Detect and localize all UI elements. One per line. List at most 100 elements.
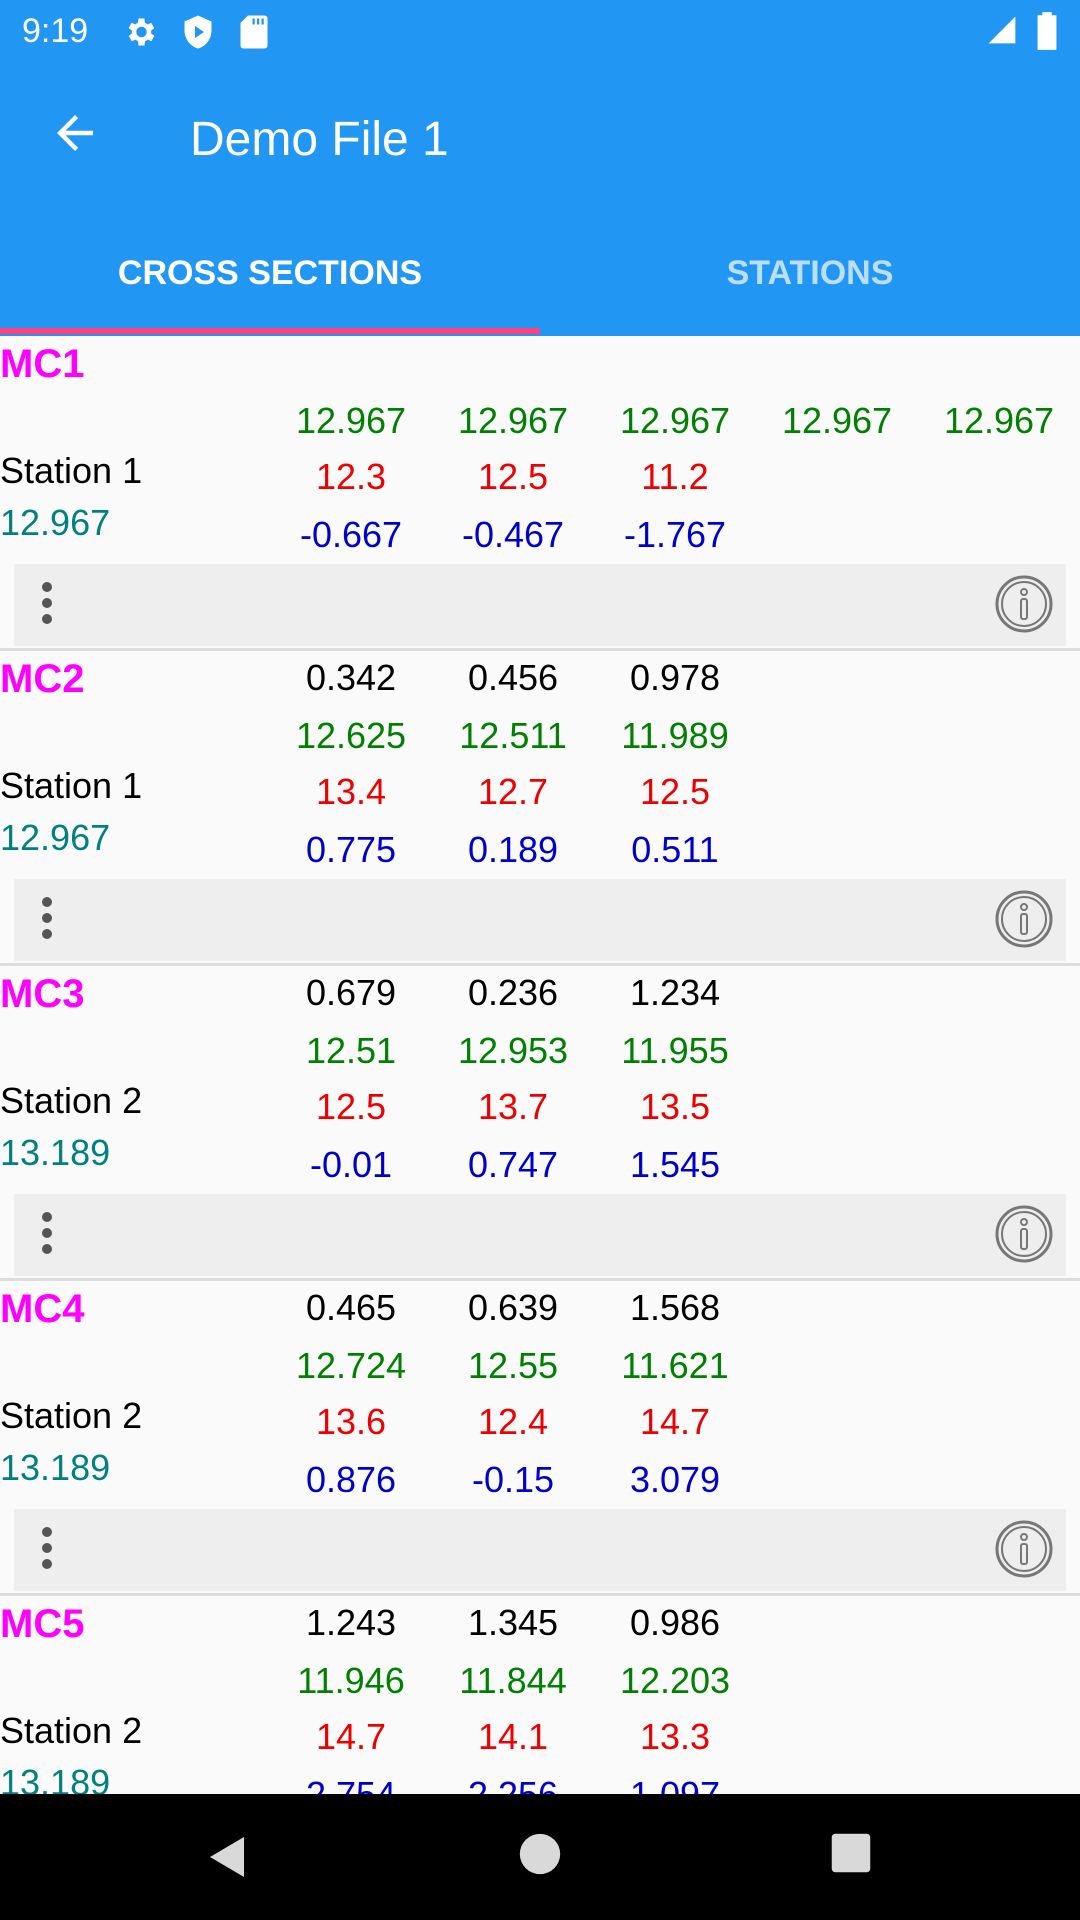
value-cell: 0.511 — [631, 829, 719, 870]
value-cell: 14.7 — [315, 1716, 387, 1757]
value-cell: 0.679 — [305, 972, 397, 1013]
value-cell: 13.6 — [315, 1401, 387, 1442]
station-elevation: 13.189 — [0, 1132, 111, 1173]
value-cell: 13.3 — [639, 1716, 711, 1757]
more-options-icon[interactable] — [42, 897, 54, 943]
value-cell: 12.511 — [459, 715, 567, 756]
value-cell: 1.568 — [629, 1287, 721, 1328]
value-cell: 14.1 — [477, 1716, 549, 1757]
sd-card-icon — [240, 15, 268, 49]
action-bar — [14, 879, 1066, 961]
tab-indicator — [0, 328, 540, 334]
cross-section-card[interactable]: MC5 Station 2 13.189 1.243 1.345 0.986 11.94… — [0, 1596, 1080, 1794]
value-cell: 0.342 — [305, 657, 397, 698]
value-cell: 11.955 — [621, 1030, 729, 1071]
value-cell: 11.946 — [297, 1660, 405, 1701]
value-cell: 13.4 — [315, 771, 387, 812]
info-icon[interactable] — [994, 574, 1054, 634]
cross-section-card[interactable]: MC3 Station 2 13.189 0.679 0.236 1.234 12.51… — [0, 966, 1080, 1281]
navigation-bar — [0, 1794, 1080, 1920]
value-cell: 12.3 — [315, 456, 387, 497]
value-cell: 13.5 — [639, 1086, 711, 1127]
value-cell: 0.639 — [467, 1287, 559, 1328]
section-name: MC1 — [0, 342, 85, 386]
more-options-icon[interactable] — [42, 1527, 54, 1573]
value-cell: 3.079 — [629, 1459, 721, 1500]
value-cell: 11.844 — [459, 1660, 567, 1701]
section-name: MC4 — [0, 1287, 85, 1331]
station-elevation: 13.189 — [0, 1447, 111, 1488]
tab-stations[interactable]: STATIONS — [540, 254, 1080, 293]
value-cell: 1.545 — [629, 1144, 721, 1185]
value-cell: 1.345 — [467, 1602, 559, 1643]
back-arrow-icon[interactable] — [48, 106, 102, 160]
page-title: Demo File 1 — [190, 113, 449, 166]
value-cell: -1.767 — [623, 514, 727, 555]
nav-recents-icon[interactable] — [830, 1832, 872, 1874]
more-options-icon[interactable] — [42, 582, 54, 628]
value-cell: 12.724 — [295, 1345, 407, 1386]
value-cell: 0.236 — [467, 972, 559, 1013]
value-cell: 11.989 — [621, 715, 729, 756]
info-icon[interactable] — [994, 889, 1054, 949]
more-options-icon[interactable] — [42, 1212, 54, 1258]
signal-icon — [988, 16, 1016, 44]
app-bar: Demo File 1 CROSS SECTIONS STATIONS — [0, 64, 1080, 336]
cross-section-card[interactable]: MC4 Station 2 13.189 0.465 0.639 1.568 12.72… — [0, 1281, 1080, 1596]
status-bar: 9:19 — [0, 0, 1080, 64]
nav-back-icon[interactable] — [204, 1832, 252, 1882]
value-cell: 0.986 — [629, 1602, 721, 1643]
info-icon[interactable] — [994, 1519, 1054, 1579]
value-cell: 12.51 — [305, 1030, 397, 1071]
value-cell: 12.967 — [781, 400, 893, 441]
value-cell: 14.7 — [639, 1401, 711, 1442]
action-bar — [14, 564, 1066, 646]
station-name: Station 1 — [0, 765, 143, 806]
value-cell: 1.243 — [305, 1602, 397, 1643]
value-cell: 12.203 — [619, 1660, 731, 1701]
value-cell: 1.234 — [629, 972, 721, 1013]
station-elevation: 12.967 — [0, 502, 111, 543]
nav-home-icon[interactable] — [518, 1832, 562, 1876]
value-cell: 11.621 — [621, 1345, 729, 1386]
cross-section-card[interactable]: MC1 Station 1 12.967 12.967 12.967 12.967 12… — [0, 336, 1080, 651]
cross-section-list[interactable]: MC1 Station 1 12.967 12.967 12.967 12.967 12… — [0, 336, 1080, 1794]
value-cell: 0.456 — [467, 657, 559, 698]
section-name: MC3 — [0, 972, 85, 1016]
cross-section-card[interactable]: MC2 Station 1 12.967 0.342 0.456 0.978 12.62… — [0, 651, 1080, 966]
action-bar — [14, 1194, 1066, 1276]
value-cell: 12.7 — [477, 771, 549, 812]
value-cell: 0.775 — [305, 829, 397, 870]
value-cell: 1.097 — [594, 1774, 756, 1794]
value-cell: 12.5 — [477, 456, 549, 497]
station-elevation: 12.967 — [0, 817, 111, 858]
status-time: 9:19 — [22, 12, 89, 50]
value-cell: 0.876 — [305, 1459, 397, 1500]
station-name: Station 1 — [0, 450, 143, 491]
value-cell: 12.625 — [295, 715, 407, 756]
value-cell: 2.256 — [432, 1774, 594, 1794]
battery-icon — [1037, 12, 1057, 50]
value-cell: 12.967 — [295, 400, 407, 441]
value-cell: -0.667 — [299, 514, 403, 555]
value-cell: 0.978 — [629, 657, 721, 698]
section-name: MC2 — [0, 657, 85, 701]
value-cell: 12.967 — [457, 400, 569, 441]
settings-icon — [128, 18, 155, 46]
value-cell: 13.7 — [477, 1086, 549, 1127]
value-cell: -0.01 — [309, 1144, 393, 1185]
tab-cross-sections[interactable]: CROSS SECTIONS — [0, 254, 540, 293]
value-cell: 0.747 — [467, 1144, 559, 1185]
value-cell: 0.189 — [467, 829, 559, 870]
value-cell: -0.15 — [471, 1459, 555, 1500]
station-elevation: 13.189 — [0, 1762, 111, 1794]
value-cell: 12.967 — [619, 400, 731, 441]
value-cell: 12.4 — [477, 1401, 549, 1442]
station-name: Station 2 — [0, 1395, 143, 1436]
value-cell: 0.465 — [305, 1287, 397, 1328]
value-cell: -0.467 — [461, 514, 565, 555]
value-cell: 12.5 — [315, 1086, 387, 1127]
info-icon[interactable] — [994, 1204, 1054, 1264]
value-cell: 12.5 — [639, 771, 711, 812]
action-bar — [14, 1509, 1066, 1591]
